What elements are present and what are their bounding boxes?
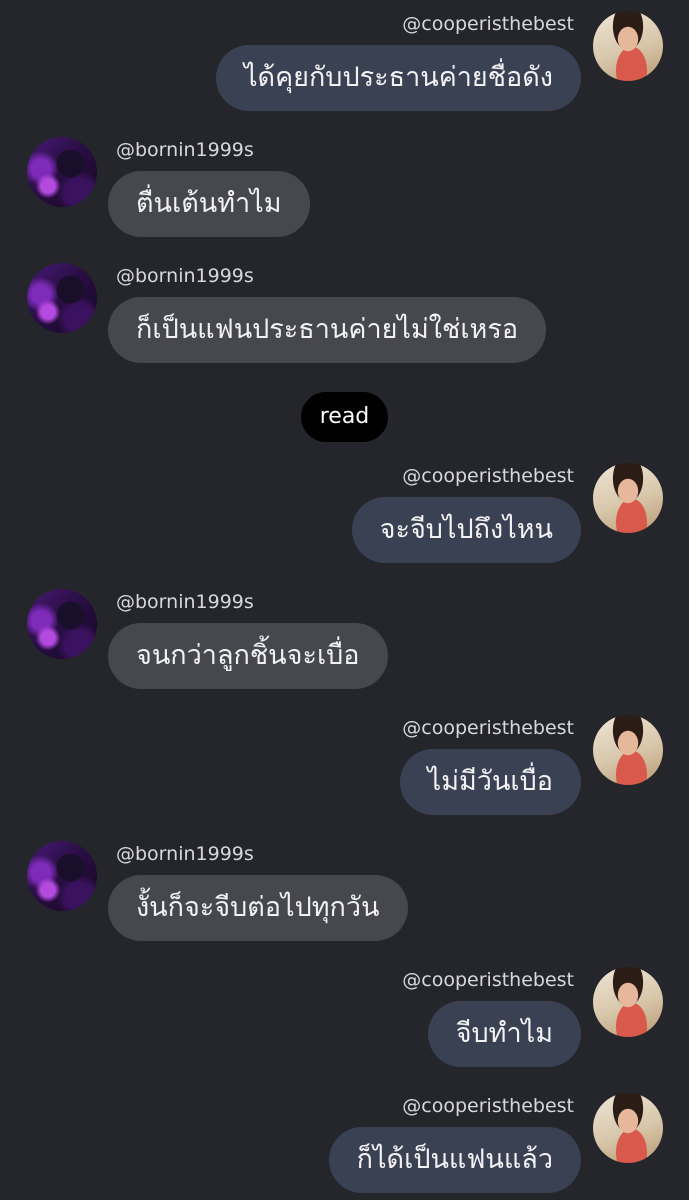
avatar[interactable] <box>593 715 663 785</box>
sender-handle[interactable]: @bornin1999s <box>116 590 254 614</box>
message-bubble[interactable]: จนกว่าลูกชิ้นจะเบื่อ <box>108 623 388 689</box>
avatar[interactable] <box>593 11 663 81</box>
avatar[interactable] <box>593 967 663 1037</box>
chat-thread: @cooperisthebest ได้คุยกับประธานค่ายชื่อ… <box>0 0 689 1200</box>
message-bubble[interactable]: งั้นก็จะจีบต่อไปทุกวัน <box>108 875 408 941</box>
avatar[interactable] <box>593 1093 663 1163</box>
message-bubble[interactable]: จะจีบไปถึงไหน <box>351 497 581 563</box>
sender-handle[interactable]: @cooperisthebest <box>402 968 574 992</box>
message-bubble[interactable]: ก็ได้เป็นแฟนแล้ว <box>328 1127 581 1193</box>
avatar[interactable] <box>27 137 97 207</box>
message-bubble[interactable]: จีบทำไม <box>427 1001 581 1067</box>
message-bubble[interactable]: ก็เป็นแฟนประธานค่ายไม่ใช่เหรอ <box>108 297 547 363</box>
avatar[interactable] <box>593 463 663 533</box>
sender-handle[interactable]: @cooperisthebest <box>402 464 574 488</box>
avatar[interactable] <box>27 263 97 333</box>
avatar[interactable] <box>27 589 97 659</box>
sender-handle[interactable]: @cooperisthebest <box>402 12 574 36</box>
message-bubble[interactable]: ไม่มีวันเบื่อ <box>399 749 581 815</box>
avatar[interactable] <box>27 841 97 911</box>
sender-handle[interactable]: @bornin1999s <box>116 138 254 162</box>
sender-handle[interactable]: @bornin1999s <box>116 264 254 288</box>
sender-handle[interactable]: @bornin1999s <box>116 842 254 866</box>
read-receipt: read <box>301 392 388 442</box>
message-bubble[interactable]: ได้คุยกับประธานค่ายชื่อดัง <box>215 45 581 111</box>
sender-handle[interactable]: @cooperisthebest <box>402 1094 574 1118</box>
sender-handle[interactable]: @cooperisthebest <box>402 716 574 740</box>
message-bubble[interactable]: ตื่นเต้นทำไม <box>108 171 310 237</box>
